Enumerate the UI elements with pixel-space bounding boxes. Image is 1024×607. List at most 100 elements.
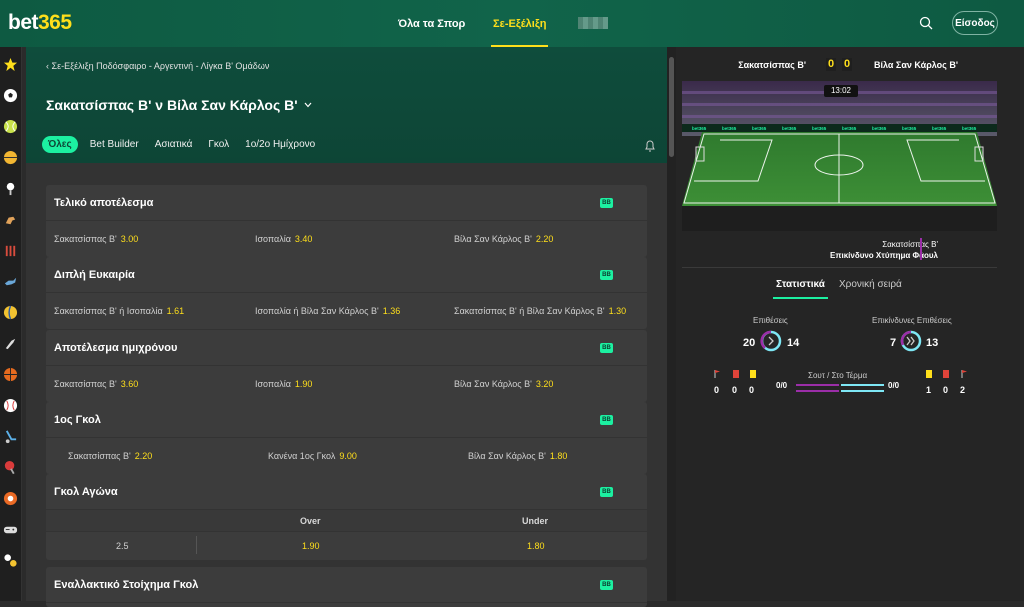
tab-all[interactable]: Όλες xyxy=(42,136,78,153)
basketball-icon[interactable] xyxy=(3,150,18,165)
selections-row: Σακατσίσπας Β' ή Ισοπαλία 1.61 Ισοπαλία ή… xyxy=(46,293,647,329)
match-visualization: bet365 bet365 bet365 bet365 bet365 bet365 bet3… xyxy=(682,81,997,231)
red-card-icon xyxy=(733,370,739,378)
selections-row: Σακατσίσπας Β' 2.20 Κανένα 1ος Γκολ 9.00 Β… xyxy=(46,438,647,474)
attacks-home: 20 xyxy=(743,337,756,349)
svg-text:bet365: bet365 xyxy=(812,126,827,131)
bet-builder-badge: BB xyxy=(600,487,613,497)
gamepad-icon[interactable] xyxy=(3,522,18,537)
nav-all-sports[interactable]: Όλα τα Σπορ xyxy=(398,0,465,47)
selection-home[interactable]: Σακατσίσπας Β' 2.20 xyxy=(68,451,152,461)
badminton-icon[interactable] xyxy=(3,336,18,351)
tennis-ball-icon[interactable] xyxy=(3,119,18,134)
tab-asian[interactable]: Ασιατικά xyxy=(155,139,193,150)
selection-home-or-away[interactable]: Σακατσίσπας Β' ή Βίλα Σαν Κάρλος Β' 1.30 xyxy=(454,306,626,316)
match-title[interactable]: Σακατσίσπας Β' ν Βίλα Σαν Κάρλος Β' xyxy=(46,97,312,113)
red-card-icon xyxy=(943,370,949,378)
bet365-logo[interactable]: bet365 xyxy=(8,11,72,35)
market-header[interactable]: Τελικό αποτέλεσμα BB xyxy=(46,185,647,221)
market-header[interactable]: 1ος Γκολ BB xyxy=(46,402,647,438)
market-header[interactable]: Γκολ Αγώνα BB xyxy=(46,474,647,510)
selection-home[interactable]: Σακατσίσπας Β' 3.60 xyxy=(54,379,138,389)
tab-statistics[interactable]: Στατιστικά xyxy=(773,279,828,299)
nav-blurred-item[interactable] xyxy=(578,17,608,29)
selection-home-or-draw[interactable]: Σακατσίσπας Β' ή Ισοπαλία 1.61 xyxy=(54,306,184,316)
market-full-time-result: Τελικό αποτέλεσμα BB Σακατσίσπας Β' 3.00 … xyxy=(46,185,647,257)
search-icon[interactable] xyxy=(918,15,934,31)
chevron-down-icon xyxy=(304,102,312,108)
hockey-icon[interactable] xyxy=(3,429,18,444)
svg-text:bet365: bet365 xyxy=(872,126,887,131)
golf-icon[interactable] xyxy=(3,181,18,196)
market-header[interactable]: Αποτέλεσμα ημιχρόνου BB xyxy=(46,330,647,366)
corner-flag-icon xyxy=(961,370,967,378)
sports-rail xyxy=(0,47,22,601)
cricket-icon[interactable] xyxy=(3,243,18,258)
yellow-cards-away: 1 xyxy=(926,385,932,395)
scoreboard: Σακατσίσπας Β' 0 0 Βίλα Σαν Κάρλος Β' xyxy=(676,47,1024,81)
away-team-name: Βίλα Σαν Κάρλος Β' xyxy=(874,60,958,70)
selection-away[interactable]: Βίλα Σαν Κάρλος Β' 3.20 xyxy=(454,379,553,389)
selection-away[interactable]: Βίλα Σαν Κάρλος Β' 2.20 xyxy=(454,234,553,244)
greyhound-icon[interactable] xyxy=(3,274,18,289)
star-icon[interactable] xyxy=(3,57,18,72)
over-odd[interactable]: 1.90 xyxy=(302,541,320,551)
attacks-away: 14 xyxy=(787,337,800,349)
svg-text:bet365: bet365 xyxy=(962,126,977,131)
nav-in-play[interactable]: Σε-Εξέλιξη xyxy=(490,0,549,47)
bet-builder-badge: BB xyxy=(600,270,613,280)
under-odd[interactable]: 1.80 xyxy=(527,541,545,551)
tab-bet-builder[interactable]: Bet Builder xyxy=(90,139,139,150)
tab-goals[interactable]: Γκολ xyxy=(208,139,229,150)
bet-builder-badge: BB xyxy=(600,198,613,208)
selection-draw[interactable]: Ισοπαλία 1.90 xyxy=(255,379,312,389)
bet-builder-badge: BB xyxy=(600,415,613,425)
baseball-icon[interactable] xyxy=(3,398,18,413)
on-target-home-bar xyxy=(796,390,839,392)
svg-text:bet365: bet365 xyxy=(692,126,707,131)
selection-home[interactable]: Σακατσίσπας Β' 3.00 xyxy=(54,234,138,244)
event-header: ‹ Σε-Εξέλιξη Ποδόσφαιρο - Αργεντινή - Λί… xyxy=(26,47,667,163)
selection-draw[interactable]: Ισοπαλία 3.40 xyxy=(255,234,312,244)
login-button[interactable]: Είσοδος xyxy=(952,11,998,35)
dangerous-attacks-away: 13 xyxy=(926,337,939,349)
home-score: 0 xyxy=(826,58,836,71)
scrollbar-thumb[interactable] xyxy=(669,57,674,157)
match-clock: 13:02 xyxy=(824,85,858,97)
selection-no-goal[interactable]: Κανένα 1ος Γκολ 9.00 xyxy=(268,451,357,461)
dangerous-attacks-home: 7 xyxy=(890,337,897,349)
tab-halves[interactable]: 1ο/2ο Ημίχρονο xyxy=(245,139,315,150)
yellow-cards-home: 0 xyxy=(749,385,755,395)
attacks-ring-icon xyxy=(760,330,782,352)
selections-row: Σακατσίσπας Β' 3.00 Ισοπαλία 3.40 Βίλα Σαν… xyxy=(46,221,647,257)
selection-draw-or-away[interactable]: Ισοπαλία ή Βίλα Σαν Κάρλος Β' 1.36 xyxy=(255,306,400,316)
market-header[interactable]: Εναλλακτικό Στοίχημα Γκολ BB xyxy=(46,567,647,603)
tab-timeline[interactable]: Χρονική σειρά xyxy=(839,279,902,290)
corners-away: 2 xyxy=(960,385,966,395)
table-tennis-icon[interactable] xyxy=(3,460,18,475)
bet-builder-badge: BB xyxy=(600,580,613,590)
multi-sport-icon[interactable] xyxy=(3,553,18,568)
market-double-chance: Διπλή Ευκαιρία BB Σακατσίσπας Β' ή Ισοπα… xyxy=(46,257,647,329)
market-header[interactable]: Διπλή Ευκαιρία BB xyxy=(46,257,647,293)
basketball-orange-icon[interactable] xyxy=(3,367,18,382)
on-target-away-bar xyxy=(841,390,884,392)
horse-racing-icon[interactable] xyxy=(3,212,18,227)
corner-flag-icon xyxy=(714,370,720,378)
scrollbar[interactable] xyxy=(667,47,676,601)
svg-text:bet365: bet365 xyxy=(842,126,857,131)
volleyball-icon[interactable] xyxy=(3,305,18,320)
event-team-color-bar xyxy=(920,238,922,260)
soccer-ball-icon[interactable] xyxy=(3,88,18,103)
bell-icon[interactable] xyxy=(644,139,656,152)
yellow-card-icon xyxy=(926,370,932,378)
red-cards-away: 0 xyxy=(943,385,949,395)
home-team-name: Σακατσίσπας Β' xyxy=(738,60,806,70)
esports-icon[interactable] xyxy=(3,491,18,506)
divider xyxy=(682,267,997,268)
breadcrumb[interactable]: ‹ Σε-Εξέλιξη Ποδόσφαιρο - Αργεντινή - Λί… xyxy=(46,61,269,71)
selection-away[interactable]: Βίλα Σαν Κάρλος Β' 1.80 xyxy=(468,451,567,461)
svg-text:bet365: bet365 xyxy=(752,126,767,131)
corners-home: 0 xyxy=(714,385,720,395)
dangerous-attacks-ring-icon xyxy=(900,330,922,352)
